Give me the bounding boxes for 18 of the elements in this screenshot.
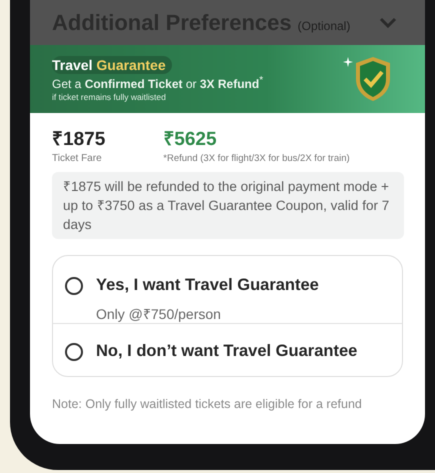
shield-check-icon — [353, 55, 393, 103]
banner-title: Travel Guarantee — [52, 56, 172, 74]
fare-amount: ₹1875 — [52, 128, 106, 151]
option-row[interactable]: Yes, I want Travel Guarantee Only @₹750/person — [53, 256, 402, 323]
fare-label: Ticket Fare — [52, 153, 103, 164]
option-label: Yes, I want Travel Guarantee — [96, 276, 319, 295]
note-text: Note: Only fully waitlisted tickets are eligible for a refund — [52, 397, 363, 411]
banner-caption: if ticket remains fully waitlisted — [52, 92, 167, 102]
option-row[interactable]: No, I don’t want Travel Guarantee — [53, 323, 402, 376]
refund-info: ₹1875 will be refunded to the original payment mode + up to ₹3750 as a Travel Guarantee Coupon, valid for 7 days — [52, 172, 404, 239]
refund-label: *Refund (3X for flight/3X for bus/2X for train) — [163, 153, 350, 164]
refund-amount: ₹5625 — [163, 128, 218, 151]
banner-subtitle: Get a Confirmed Ticket or 3X Refund$^{*}$ — [52, 75, 264, 91]
radio-button[interactable] — [65, 343, 83, 361]
option-price: Only @₹750/person — [96, 305, 222, 323]
sparkle-icon — [343, 57, 353, 67]
radio-button[interactable] — [65, 277, 83, 295]
option-label: No, I don’t want Travel Guarantee — [96, 342, 358, 361]
